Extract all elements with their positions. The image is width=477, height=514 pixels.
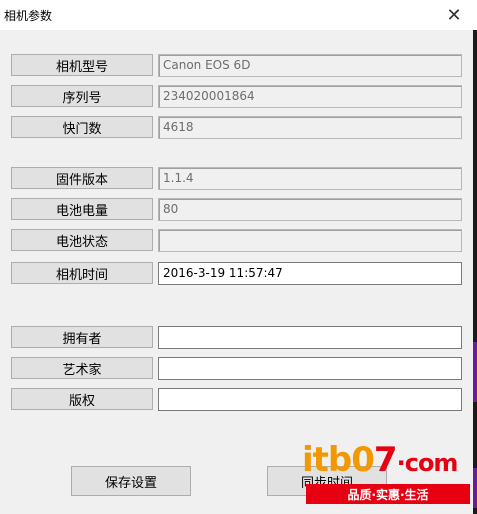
watermark-part2: b0 <box>327 440 375 480</box>
watermark-part3: 7 <box>373 440 398 480</box>
owner-label[interactable]: 拥有者 <box>11 326 153 348</box>
shutter-count-label[interactable]: 快门数 <box>11 116 153 138</box>
copyright-field[interactable] <box>158 388 462 411</box>
shutter-count-field[interactable]: 4618 <box>158 116 462 139</box>
owner-field[interactable] <box>158 326 462 349</box>
camera-time-field[interactable]: 2016-3-19 11:57:47 <box>158 262 462 285</box>
watermark-slogan: 品质·实惠·生活 <box>306 484 470 504</box>
serial-number-label[interactable]: 序列号 <box>11 85 153 107</box>
background-purple-strip <box>473 468 477 508</box>
background-window-edge <box>473 30 477 514</box>
battery-level-label[interactable]: 电池电量 <box>11 198 153 220</box>
serial-number-field[interactable]: 234020001864 <box>158 85 462 108</box>
watermark-wordmark: itb07·com <box>302 440 459 483</box>
watermark-part4: ·com <box>396 449 459 477</box>
artist-field[interactable] <box>158 357 462 380</box>
camera-model-label[interactable]: 相机型号 <box>11 54 153 76</box>
battery-status-label[interactable]: 电池状态 <box>11 229 153 251</box>
window-title: 相机参数 <box>4 9 53 23</box>
watermark-part1: it <box>302 440 329 480</box>
battery-level-field[interactable]: 80 <box>158 198 462 221</box>
battery-status-field[interactable] <box>158 229 462 252</box>
background-purple-strip <box>473 342 477 402</box>
camera-time-label[interactable]: 相机时间 <box>11 262 153 284</box>
close-icon[interactable]: ✕ <box>437 2 471 28</box>
copyright-label[interactable]: 版权 <box>11 388 153 410</box>
title-bar: 相机参数 ✕ <box>0 0 477 30</box>
camera-model-field[interactable]: Canon EOS 6D <box>158 54 462 77</box>
save-settings-button[interactable]: 保存设置 <box>71 466 191 496</box>
firmware-version-label[interactable]: 固件版本 <box>11 167 153 189</box>
watermark-logo: itb07·com 品质·实惠·生活 <box>300 440 472 506</box>
firmware-version-field[interactable]: 1.1.4 <box>158 167 462 190</box>
artist-label[interactable]: 艺术家 <box>11 357 153 379</box>
